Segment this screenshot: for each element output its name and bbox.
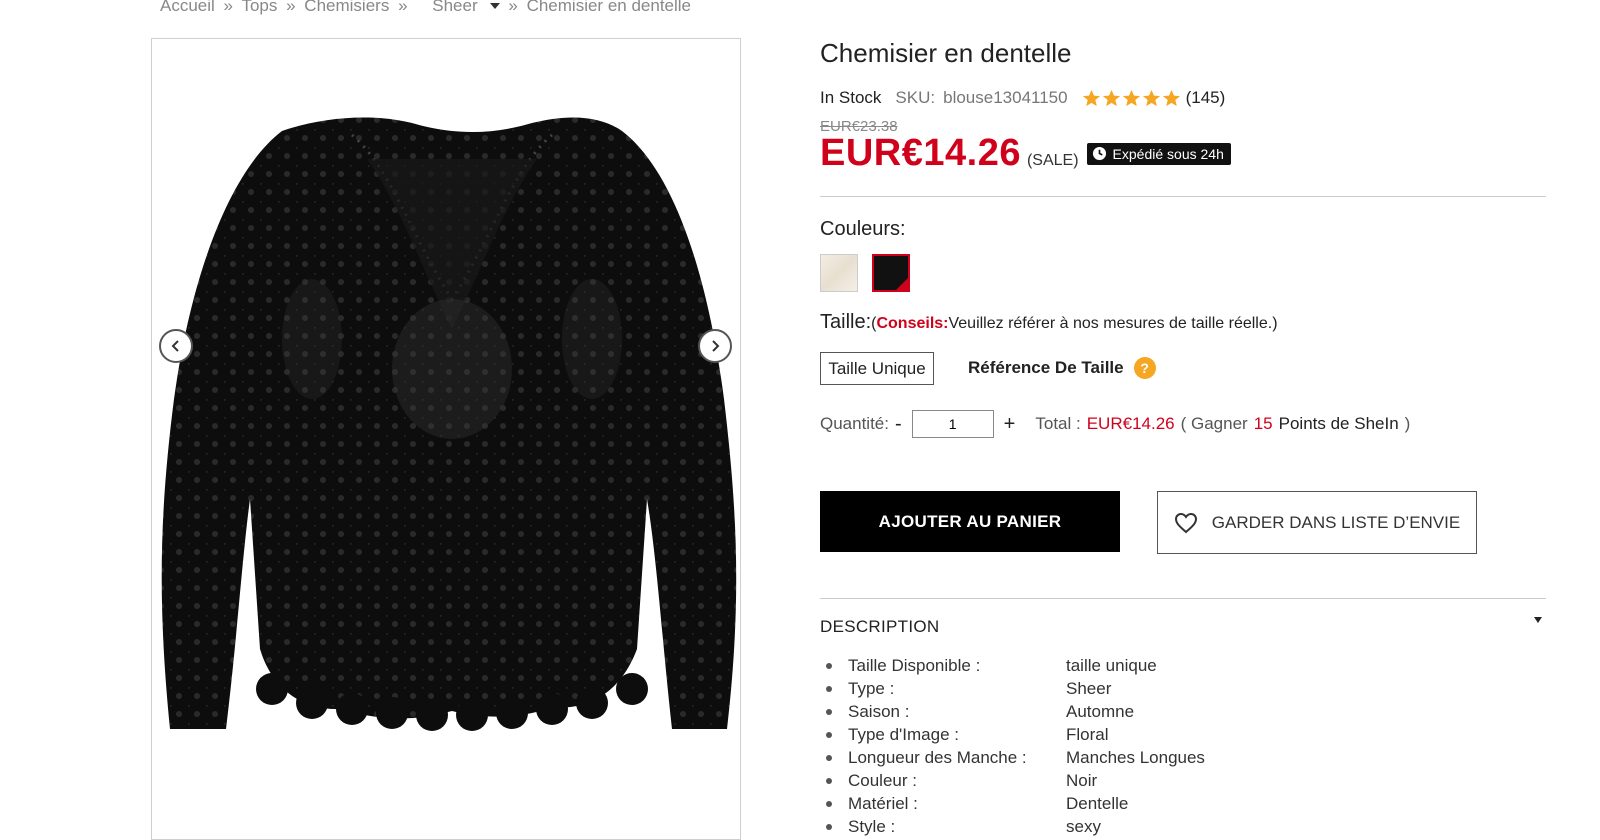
gallery-next-button[interactable] <box>698 329 732 363</box>
attribute-value: taille unique <box>1066 655 1157 675</box>
shipping-badge-text: Expédié sous 24h <box>1112 145 1224 162</box>
clock-icon <box>1092 146 1106 161</box>
attribute-key: Type d'Image : <box>848 724 959 744</box>
size-label: Taille: <box>820 311 872 333</box>
attribute-value: Manches Longues <box>1066 747 1205 767</box>
divider <box>820 598 1546 599</box>
chevron-down-icon[interactable] <box>489 2 500 9</box>
shipping-badge: Expédié sous 24h <box>1086 142 1231 165</box>
earn-points-open: ( Gagner <box>1180 414 1248 433</box>
bullet-icon <box>826 662 832 669</box>
product-image <box>161 117 737 731</box>
breadcrumb-chemisiers[interactable]: Chemisiers <box>304 0 389 15</box>
bullet-icon <box>826 754 832 761</box>
size-tip-text: Veuillez référer à nos mesures de taille… <box>948 315 1278 332</box>
breadcrumb: Accueil » Tops » Chemisiers » Sheer » Ch… <box>160 0 695 16</box>
quantity-input[interactable] <box>911 410 994 438</box>
attribute-key: Longueur des Manche : <box>848 747 1027 767</box>
breadcrumb-sheer-dropdown[interactable]: Sheer <box>432 0 477 15</box>
gallery-prev-button[interactable] <box>159 329 193 363</box>
stock-status: In Stock <box>820 88 882 107</box>
size-label-line: Taille:(Conseils:Veuillez référer à nos … <box>820 311 1278 334</box>
breadcrumb-separator: » <box>508 0 518 15</box>
sale-tag: (SALE) <box>1026 152 1079 169</box>
add-to-cart-button[interactable]: AJOUTER AU PANIER <box>820 491 1120 552</box>
quantity-label: Quantité: <box>820 414 889 433</box>
price-line: EUR€14.26 (SALE) Expédié sous 24h <box>820 132 1231 175</box>
sale-price: EUR€14.26 <box>820 132 1021 174</box>
caret-down-icon[interactable] <box>1534 617 1542 623</box>
bullet-icon <box>826 685 832 692</box>
description-row: Couleur : Noir <box>826 769 1205 792</box>
attribute-value: Sheer <box>1066 678 1112 698</box>
breadcrumb-home[interactable]: Accueil <box>160 0 215 15</box>
star-icon <box>1102 89 1120 106</box>
star-icon <box>1162 89 1180 106</box>
description-title[interactable]: DESCRIPTION <box>820 617 939 637</box>
size-reference-label: Référence De Taille <box>968 358 1124 377</box>
quantity-decrease-button[interactable]: - <box>889 413 908 436</box>
size-option-one-size[interactable]: Taille Unique <box>820 352 934 385</box>
chevron-left-icon <box>171 340 179 352</box>
heart-icon <box>1174 512 1197 533</box>
wishlist-label: GARDER DANS LISTE D’ENVIE <box>1211 512 1461 532</box>
divider <box>820 196 1546 197</box>
breadcrumb-tops[interactable]: Tops <box>241 0 277 15</box>
add-to-wishlist-button[interactable]: GARDER DANS LISTE D’ENVIE <box>1157 491 1477 554</box>
product-title: Chemisier en dentelle <box>820 38 1072 68</box>
star-icon <box>1082 89 1100 106</box>
star-icon <box>1142 89 1160 106</box>
product-image-gallery[interactable] <box>151 38 741 840</box>
description-row: Style : sexy <box>826 815 1205 838</box>
breadcrumb-separator: » <box>223 0 234 15</box>
color-swatch-beige[interactable] <box>820 254 858 292</box>
attribute-key: Type : <box>848 678 895 698</box>
breadcrumb-current: Chemisier en dentelle <box>526 0 691 15</box>
breadcrumb-separator: » <box>398 0 408 15</box>
description-row: Type d'Image : Floral <box>826 723 1205 746</box>
attribute-key: Matériel : <box>848 793 918 813</box>
points-label: Points de SheIn <box>1278 414 1399 433</box>
stock-sku-rating-line: In Stock SKU: blouse13041150 (145) <box>820 88 1225 108</box>
size-reference-link[interactable]: Référence De Taille ? <box>968 357 1156 379</box>
selected-check-icon <box>896 278 908 290</box>
rating-stars[interactable] <box>1082 89 1182 108</box>
description-list: Taille Disponible : taille unique Type :S… <box>826 654 1205 838</box>
earn-points-close: ) <box>1404 414 1411 433</box>
attribute-value: Noir <box>1066 770 1098 790</box>
quantity-line: Quantité: - + Total : EUR€14.26 ( Gagner… <box>820 410 1410 438</box>
attribute-value: Dentelle <box>1066 793 1129 813</box>
points-value: 15 <box>1253 414 1273 433</box>
bullet-icon <box>826 823 832 830</box>
help-icon: ? <box>1133 357 1156 379</box>
description-row: Type : Sheer <box>826 677 1205 700</box>
bullet-icon <box>826 731 832 738</box>
attribute-key: Style : <box>848 816 896 836</box>
breadcrumb-separator: » <box>286 0 296 15</box>
attribute-key: Saison : <box>848 701 910 721</box>
attribute-value: Automne <box>1066 701 1135 721</box>
attribute-value: Floral <box>1066 724 1109 744</box>
description-row: Matériel : Dentelle <box>826 792 1205 815</box>
star-icon <box>1122 89 1140 106</box>
sku-label: SKU: <box>895 88 936 107</box>
description-row: Longueur des Manche : Manches Longues <box>826 746 1205 769</box>
attribute-value: sexy <box>1066 816 1101 836</box>
description-row: Taille Disponible : taille unique <box>826 654 1205 677</box>
attribute-key: Taille Disponible : <box>848 655 981 675</box>
bullet-icon <box>826 708 832 715</box>
size-tip-strong: Conseils: <box>876 315 949 332</box>
color-swatch-black[interactable] <box>872 254 910 292</box>
total-value: EUR€14.26 <box>1086 414 1175 433</box>
bullet-icon <box>826 800 832 807</box>
attribute-key: Couleur : <box>848 770 917 790</box>
description-row: Saison : Automne <box>826 700 1205 723</box>
chevron-right-icon <box>712 340 720 352</box>
total-label: Total : <box>1035 414 1081 433</box>
review-count[interactable]: (145) <box>1186 88 1226 108</box>
sku-value: blouse13041150 <box>943 88 1068 107</box>
bullet-icon <box>826 777 832 784</box>
colors-label: Couleurs: <box>820 218 906 240</box>
quantity-increase-button[interactable]: + <box>998 413 1022 436</box>
